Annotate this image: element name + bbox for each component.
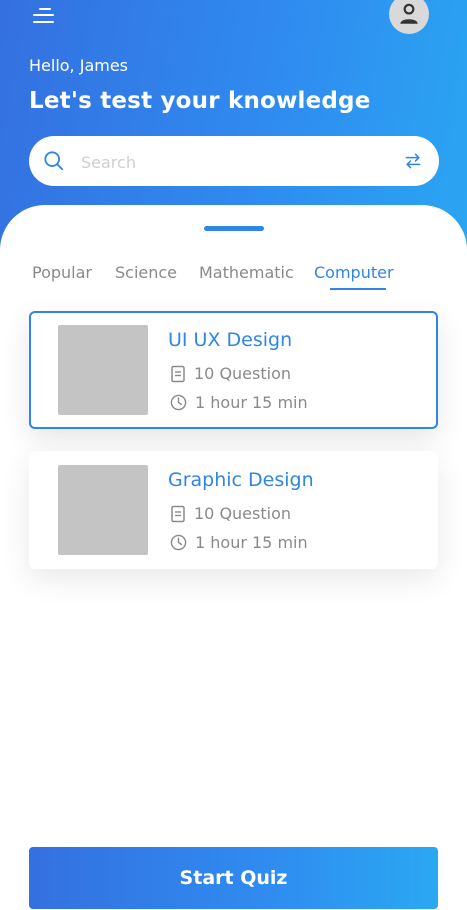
sheet-handle[interactable] [204, 226, 264, 231]
document-icon [171, 365, 185, 382]
page-title: Let's test your knowledge [29, 88, 371, 114]
duration-label: 1 hour 15 min [195, 393, 308, 412]
tab-science[interactable]: Science [115, 263, 177, 282]
search-input[interactable] [79, 136, 383, 188]
menu-icon[interactable] [33, 4, 57, 26]
clock-icon [170, 534, 187, 551]
quiz-thumbnail [58, 465, 148, 555]
tab-mathematic[interactable]: Mathematic [199, 263, 294, 282]
category-tabs: Popular Science Mathematic Computer [0, 263, 467, 293]
quiz-title: UI UX Design [168, 329, 293, 351]
duration-label: 1 hour 15 min [195, 533, 308, 552]
quiz-duration: 1 hour 15 min [170, 533, 308, 552]
quiz-card-ui-ux-design[interactable]: UI UX Design 10 Question 1 hour 15 min [29, 311, 438, 429]
search-icon [44, 151, 64, 171]
user-icon[interactable] [389, 0, 429, 34]
greeting-text: Hello, James [29, 56, 129, 75]
tab-computer[interactable]: Computer [314, 263, 394, 290]
quiz-card-graphic-design[interactable]: Graphic Design 10 Question 1 hour 15 min [29, 451, 438, 569]
quiz-question-count: 10 Question [170, 364, 291, 383]
start-quiz-button[interactable]: Start Quiz [29, 847, 438, 909]
quiz-question-count: 10 Question [170, 504, 291, 523]
document-icon [171, 505, 185, 522]
search-bar [29, 136, 439, 188]
tab-popular[interactable]: Popular [32, 263, 92, 282]
question-count-label: 10 Question [194, 504, 292, 523]
quiz-duration: 1 hour 15 min [170, 393, 308, 412]
clock-icon [170, 394, 187, 411]
quiz-title: Graphic Design [168, 469, 314, 491]
quiz-thumbnail [58, 325, 148, 415]
swap-arrows-icon[interactable] [403, 151, 423, 171]
question-count-label: 10 Question [194, 364, 292, 383]
